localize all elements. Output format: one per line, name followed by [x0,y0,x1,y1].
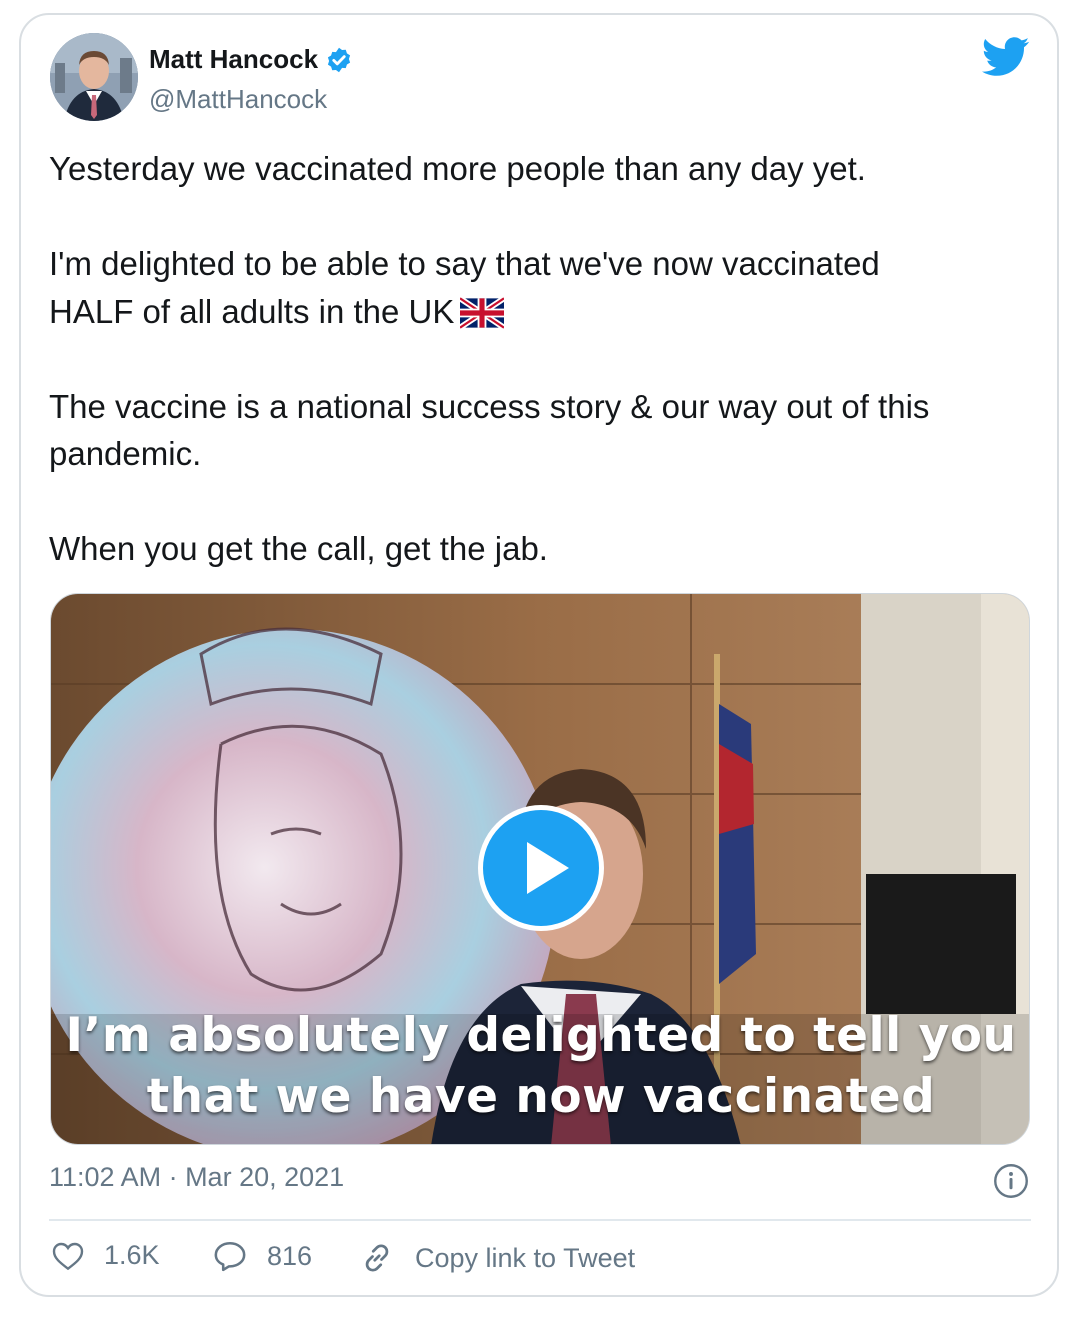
like-button[interactable]: 1.6K [52,1240,160,1271]
tweet-text: Yesterday we vaccinated more people than… [49,145,1034,573]
like-count: 1.6K [104,1240,160,1270]
author-name[interactable]: Matt Hancock [149,44,318,75]
divider [49,1219,1031,1221]
copy-link-label: Copy link to Tweet [415,1242,636,1273]
play-button[interactable] [478,805,604,931]
uk-flag-icon [460,296,505,329]
twitter-bird-icon[interactable] [982,37,1030,77]
tweet-line: HALF of all adults in the UK [49,288,1034,336]
heart-icon [52,1242,84,1270]
video-caption: that we have now vaccinated [146,1069,936,1124]
reply-button[interactable]: 816 [213,1240,312,1272]
link-icon [365,1244,389,1272]
copy-link-button[interactable]: Copy link to Tweet [359,1240,635,1276]
play-icon [527,842,569,894]
author-handle[interactable]: @MattHancock [149,84,327,115]
tweet-line: The vaccine is a national success story … [49,387,930,425]
tweet-line: pandemic. [49,435,202,472]
tweet-line-text: HALF of all adults in the UK [49,292,455,330]
reply-bubble-icon [214,1241,246,1272]
tweet-line: When you get the call, get the jab. [49,530,548,567]
tweet-line: Yesterday we vaccinated more people than… [49,150,866,187]
verified-badge-icon [327,47,351,72]
tweet-line: I'm delighted to be able to say that we'… [49,245,880,282]
reply-count: 816 [267,1240,313,1271]
video-caption: I’m absolutely delighted to tell you [65,1008,1017,1063]
info-icon[interactable] [993,1163,1029,1199]
tweet-timestamp[interactable]: 11:02 AM · Mar 20, 2021 [49,1162,344,1193]
video-player[interactable]: I’m absolutely delighted to tell you tha… [50,593,1030,1145]
author-name-row: Matt Hancock [149,44,353,75]
avatar[interactable] [50,33,138,121]
